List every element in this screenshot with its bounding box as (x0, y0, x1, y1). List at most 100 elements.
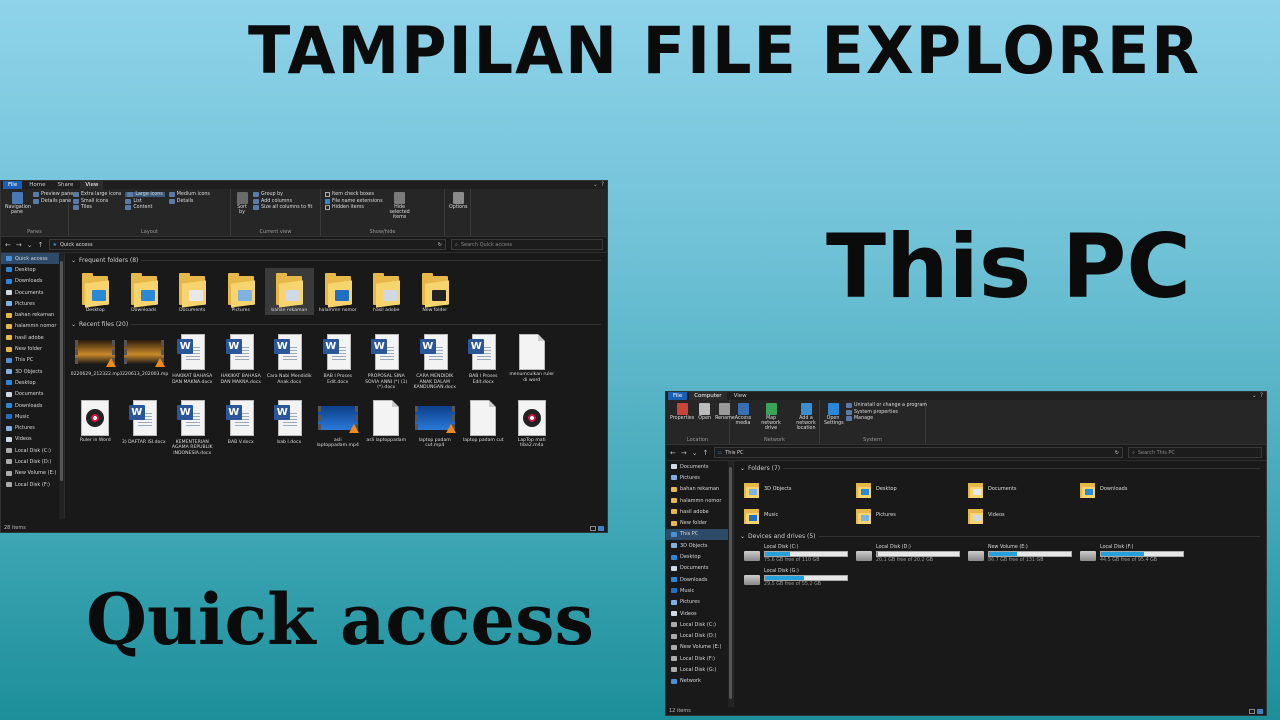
tab-view[interactable]: View (729, 392, 752, 400)
open-settings-button[interactable]: Open Settings (824, 403, 844, 426)
up-arrow-icon[interactable]: ↑ (703, 449, 709, 457)
refresh-icon[interactable]: ↻ (1115, 450, 1119, 456)
folder-tile[interactable]: Downloads (120, 268, 169, 315)
file-tile[interactable]: asli laptoppadam (362, 398, 411, 458)
nav-item[interactable]: Documents (666, 461, 733, 472)
file-tile[interactable]: W Cara Nabi Mendidik Anak.docx (265, 332, 314, 392)
file-tile[interactable]: W HAKIKAT BAHASA DAN MAKNA.docx (168, 332, 217, 392)
nav-item[interactable]: Local Disk (G:) (666, 664, 733, 675)
recent-files-header[interactable]: ⌄ Recent files (20) (65, 317, 607, 330)
file-tile[interactable]: W HAKIKAT BAHASA DAN MAKNA.docx (217, 332, 266, 392)
layout-extra-large-icons[interactable]: Extra large icons (73, 192, 121, 197)
details-view-icon[interactable] (590, 525, 596, 531)
nav-item[interactable]: Local Disk (C:) (1, 445, 64, 456)
drive-tile[interactable]: Local Disk (C:) 75.6 GB free of 110 GB (744, 545, 856, 563)
options-button[interactable]: Options (449, 192, 468, 210)
search-input[interactable]: ⌕ Search This PC (1128, 447, 1262, 458)
file-tile[interactable]: W 3) DAFTAR ISI.docx (120, 398, 169, 458)
file-name-extensions-checkbox[interactable] (325, 198, 330, 204)
nav-item[interactable]: bahan rekaman (1, 309, 64, 320)
nav-item[interactable]: hasil adobe (1, 332, 64, 343)
add-columns-button[interactable]: Add columns (253, 198, 312, 204)
folder-tile[interactable]: New folder (411, 268, 460, 315)
nav-item[interactable]: Music (666, 585, 733, 596)
tab-share[interactable]: Share (52, 181, 78, 189)
folder-tile[interactable]: Pictures (856, 504, 968, 525)
nav-item[interactable]: Local Disk (F:) (1, 479, 64, 490)
nav-item[interactable]: Videos (666, 608, 733, 619)
details-view-icon[interactable] (1249, 708, 1255, 714)
map-network-drive-button[interactable]: Map network drive (756, 403, 786, 431)
back-arrow-icon[interactable]: ← (5, 241, 11, 249)
nav-item[interactable]: Pictures (666, 472, 733, 483)
file-tile[interactable]: laptop padam cut.mp4 (411, 398, 460, 458)
access-media-button[interactable]: Access media (734, 403, 752, 426)
file-tile[interactable]: laptop padam cut (459, 398, 508, 458)
nav-item[interactable]: Local Disk (F:) (666, 653, 733, 664)
properties-button[interactable]: Properties (670, 403, 694, 421)
devices-drives-header[interactable]: ⌄ Devices and drives (5) (734, 529, 1266, 542)
file-name-extensions-toggle[interactable]: File name extensions (325, 198, 383, 204)
nav-item[interactable]: Desktop (1, 377, 64, 388)
hide-selected-items-button[interactable]: Hide selected items (387, 192, 413, 220)
back-arrow-icon[interactable]: ← (670, 449, 676, 457)
nav-item[interactable]: Downloads (1, 276, 64, 287)
chevron-down-icon[interactable]: ⌄ (27, 241, 33, 249)
folders-header[interactable]: ⌄ Folders (7) (734, 461, 1266, 474)
folder-tile[interactable]: Videos (968, 504, 1080, 525)
frequent-folders-header[interactable]: ⌄ Frequent folders (8) (65, 253, 607, 266)
nav-item[interactable]: Desktop (666, 551, 733, 562)
nav-item[interactable]: Downloads (666, 574, 733, 585)
help-icon[interactable]: ? (1260, 392, 1263, 399)
address-bar[interactable]: ★ Quick access ↻ (48, 239, 446, 250)
nav-item[interactable]: Desktop (1, 264, 64, 275)
folder-tile[interactable]: Music (744, 504, 856, 525)
group-by-button[interactable]: Group by (253, 192, 312, 197)
open-button[interactable]: Open (698, 403, 711, 421)
nav-item[interactable]: This PC (666, 528, 733, 541)
item-check-boxes-toggle[interactable]: Item check boxes (325, 192, 383, 197)
size-all-columns-button[interactable]: Size all columns to fit (253, 205, 312, 210)
drive-tile[interactable]: Local Disk (G:) 29.5 GB free of 55.2 GB (744, 569, 856, 587)
file-tile[interactable]: W BAB V.docx (217, 398, 266, 458)
preview-pane-button[interactable]: Preview pane (33, 192, 73, 197)
refresh-icon[interactable]: ↻ (438, 242, 442, 248)
nav-item[interactable]: Local Disk (D:) (1, 456, 64, 467)
tab-home[interactable]: Home (24, 181, 50, 189)
nav-item[interactable]: Documents (1, 287, 64, 298)
nav-item[interactable]: 3D Objects (1, 366, 64, 377)
nav-item[interactable]: Local Disk (D:) (666, 630, 733, 641)
nav-item[interactable]: bahan rekaman (666, 484, 733, 495)
nav-item[interactable]: halammn nomor (1, 321, 64, 332)
drive-tile[interactable]: Local Disk (D:) 20.1 GB free of 20.2 GB (856, 545, 968, 563)
nav-item[interactable]: Documents (666, 563, 733, 574)
nav-item[interactable]: New folder (666, 517, 733, 528)
layout-medium-icons[interactable]: Medium icons (168, 192, 210, 197)
help-icon[interactable]: ? (601, 181, 604, 188)
uninstall-program-button[interactable]: Uninstall or change a program (846, 403, 927, 408)
nav-scroll-thumb[interactable] (60, 261, 63, 481)
nav-scrollbar[interactable] (59, 253, 64, 519)
file-tile[interactable]: Ruler in Word (71, 398, 120, 458)
file-tile[interactable]: menumculkan ruler di word (508, 332, 557, 392)
sort-by-button[interactable]: Sort by (235, 192, 249, 215)
layout-list[interactable]: List (125, 198, 164, 204)
file-tile[interactable]: W BAB I Proses Edit.docx (459, 332, 508, 392)
system-properties-button[interactable]: System properties (846, 409, 927, 415)
file-tile[interactable]: W PROPOSAL SINA SOVIA ANNI (*) (1) (*).do… (362, 332, 411, 392)
item-check-boxes-checkbox[interactable] (325, 192, 330, 197)
nav-item[interactable]: Documents (1, 389, 64, 400)
nav-item[interactable]: Pictures (1, 422, 64, 433)
layout-large-icons[interactable]: Large icons (125, 192, 165, 197)
forward-arrow-icon[interactable]: → (681, 449, 687, 457)
nav-item[interactable]: Pictures (1, 298, 64, 309)
tab-view[interactable]: View (80, 181, 104, 189)
folder-tile[interactable]: Pictures (217, 268, 266, 315)
folder-tile[interactable]: Desktop (856, 478, 968, 499)
up-arrow-icon[interactable]: ↑ (38, 241, 44, 249)
folder-tile[interactable]: hasil adobe (362, 268, 411, 315)
file-tile[interactable]: LapTop mati tiba2.m4a (508, 398, 557, 458)
nav-item[interactable]: Local Disk (C:) (666, 619, 733, 630)
file-tile[interactable]: asli laptoppadam.mp4 (314, 398, 363, 458)
nav-item[interactable]: Music (1, 411, 64, 422)
